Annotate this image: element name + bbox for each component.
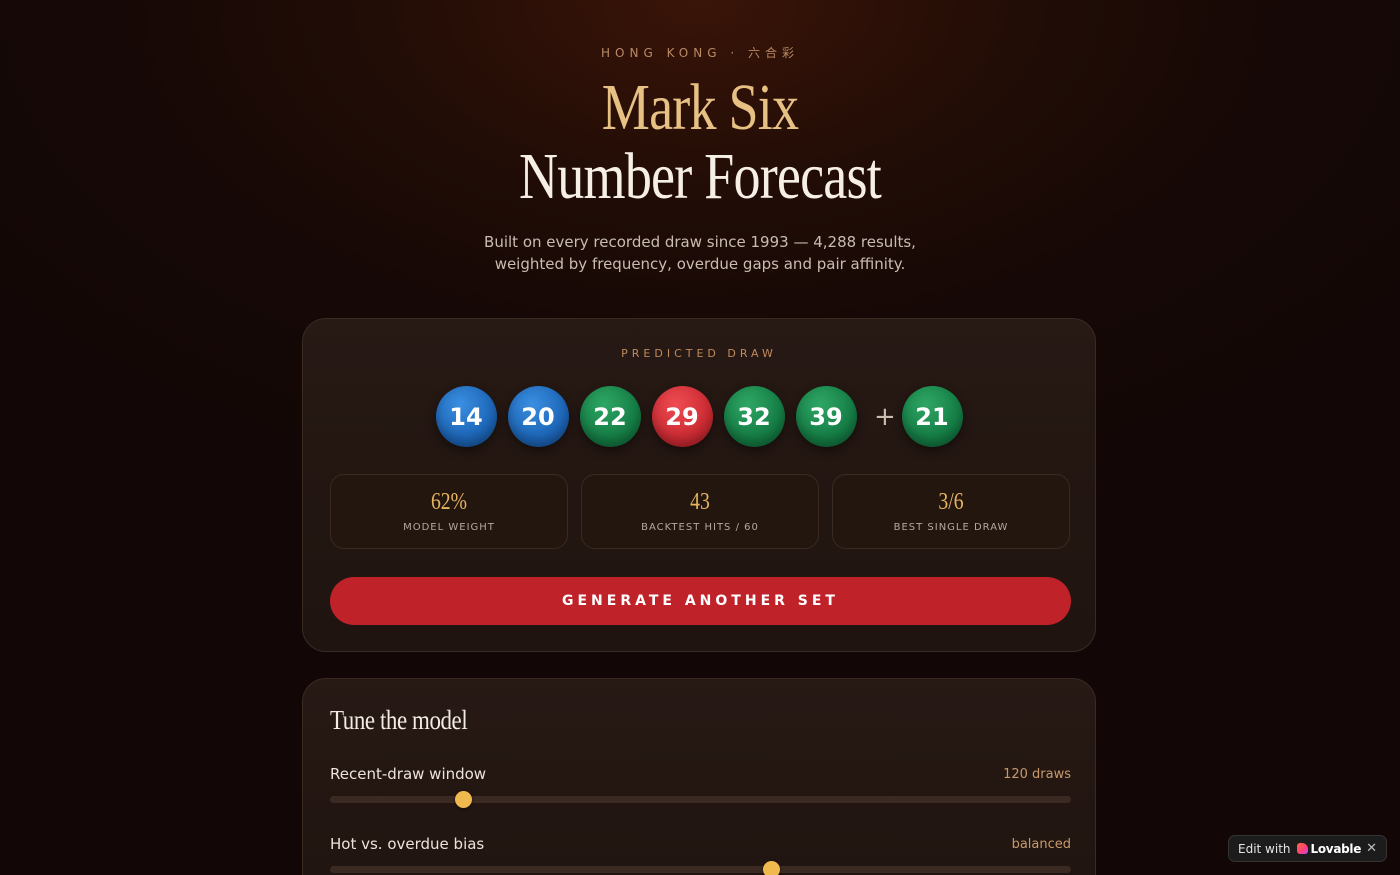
tune-card: Tune the model Recent-draw window 120 dr…: [302, 678, 1096, 875]
stats-row: 62% MODEL WEIGHT 43 BACKTEST HITS / 60 3…: [330, 474, 1070, 549]
stat-best-single-draw: 3/6 BEST SINGLE DRAW: [832, 474, 1070, 549]
number-ball: 14: [435, 386, 497, 447]
extra-number-ball: 21: [901, 386, 963, 447]
number-ball: 39: [795, 386, 857, 447]
edit-with-text: Edit with: [1238, 841, 1291, 856]
number-ball: 29: [651, 386, 713, 447]
number-ball: 32: [723, 386, 785, 447]
lovable-logo-icon: [1296, 843, 1308, 854]
subtitle-line2: weighted by frequency, overdue gaps and …: [494, 255, 906, 273]
predicted-draw-label: PREDICTED DRAW: [621, 347, 777, 360]
prediction-card: PREDICTED DRAW 14 20 22 29 32 39 + 21 62…: [302, 318, 1096, 652]
slider-track[interactable]: [330, 861, 1071, 875]
subtitle-line1: Built on every recorded draw since 1993 …: [484, 233, 916, 251]
slider-thumb[interactable]: [455, 791, 473, 808]
plus-sign: +: [874, 401, 896, 432]
slider-label: Hot vs. overdue bias: [330, 835, 485, 853]
page-title-line2: Number Forecast: [519, 140, 882, 213]
stat-value: 62%: [430, 489, 468, 515]
lovable-brand: Lovable: [1310, 841, 1362, 856]
balls-row: 14 20 22 29 32 39 + 21: [303, 386, 1095, 447]
stat-value: 3/6: [938, 489, 964, 515]
slider-label: Recent-draw window: [330, 765, 487, 783]
stat-value: 43: [690, 489, 710, 515]
stat-backtest-hits: 43 BACKTEST HITS / 60: [581, 474, 819, 549]
edit-with-lovable-badge[interactable]: Edit with Lovable ✕: [1228, 835, 1387, 862]
subtitle: Built on every recorded draw since 1993 …: [0, 231, 1400, 275]
slider-value: balanced: [1011, 837, 1071, 852]
close-icon[interactable]: ✕: [1366, 841, 1377, 856]
tune-title: Tune the model: [330, 705, 468, 735]
number-ball: 20: [507, 386, 569, 447]
slider-value: 120 draws: [1003, 767, 1071, 782]
slider-thumb[interactable]: [762, 861, 780, 875]
stat-model-weight: 62% MODEL WEIGHT: [330, 474, 568, 549]
eyebrow: HONG KONG · 六合彩: [601, 46, 799, 60]
generate-another-set-button[interactable]: GENERATE ANOTHER SET: [330, 577, 1071, 625]
slider-track[interactable]: [330, 791, 1071, 808]
stat-label: BACKTEST HITS / 60: [641, 522, 759, 533]
stat-label: BEST SINGLE DRAW: [893, 522, 1009, 533]
number-ball: 22: [579, 386, 641, 447]
stat-label: MODEL WEIGHT: [403, 522, 495, 533]
page-title-line1: Mark Six: [601, 71, 799, 144]
